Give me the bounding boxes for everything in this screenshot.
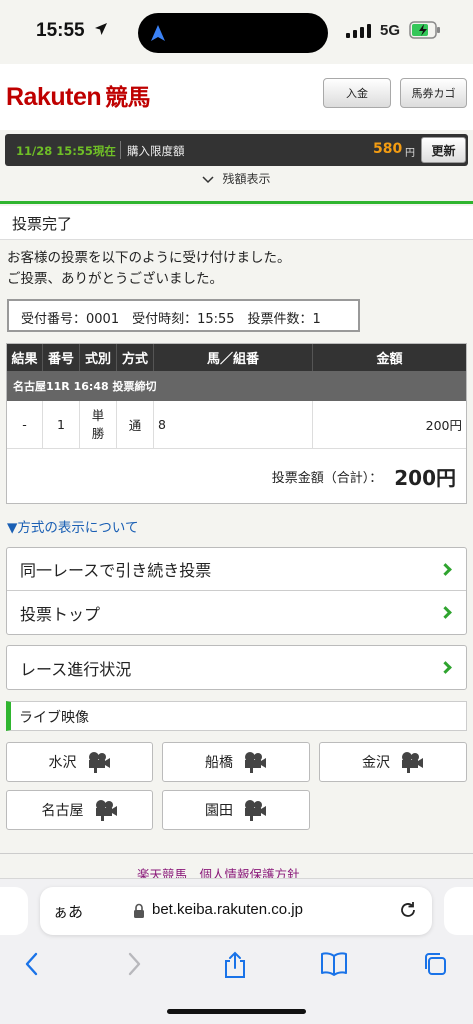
tabs-icon[interactable]: [422, 951, 448, 977]
bookmarks-icon[interactable]: [320, 951, 348, 977]
cell-method: 通: [117, 401, 154, 448]
menu-item-same-race[interactable]: 同一レースで引き続き投票: [7, 548, 466, 591]
purchase-limit-label: 購入限度額: [127, 144, 185, 158]
cell-bet-type: 単 勝: [80, 401, 117, 448]
header-bet-type: 式別: [80, 344, 117, 371]
page-title: 投票完了: [0, 206, 473, 240]
live-button-funabashi[interactable]: 船橋: [162, 742, 310, 782]
menu-item-race-progress[interactable]: レース進行状況: [7, 646, 466, 689]
show-balance-toggle[interactable]: 残額表示: [0, 170, 473, 187]
receipt-info: 受付番号：0001 受付時刻：15:55 投票件数：1: [7, 299, 360, 332]
live-button-sonoda[interactable]: 園田: [162, 790, 310, 830]
rakuten-keiba-logo[interactable]: Rakuten 競馬: [6, 78, 151, 112]
bet-type-char-1: 単: [91, 407, 105, 423]
table-header: 結果 番号 式別 方式 馬／組番 金額: [7, 344, 466, 371]
header-divider: [0, 201, 473, 204]
back-icon[interactable]: [22, 951, 42, 977]
balance-separator: [120, 141, 121, 159]
battery-charging-icon: [409, 21, 440, 39]
site-header: Rakuten 競馬 入金 馬券カゴ: [0, 64, 473, 130]
url-text: bet.keiba.rakuten.co.jp: [152, 901, 303, 918]
cell-result: -: [7, 401, 43, 448]
cell-number: 1: [43, 401, 80, 448]
total-row: 投票金額（合計）： 200円: [7, 449, 466, 503]
menu-item-label: レース進行状況: [20, 659, 132, 679]
dynamic-island: [138, 13, 328, 53]
confirmation-line-2: ご投票、ありがとうございました。: [7, 271, 223, 287]
chevron-right-icon: [439, 661, 452, 674]
footer-divider: [0, 853, 473, 854]
video-camera-icon: [88, 752, 110, 773]
method-display-link[interactable]: ▼方式の表示について: [7, 516, 138, 536]
header-method: 方式: [117, 344, 154, 371]
page-settings-button[interactable]: ぁあ: [53, 901, 83, 922]
network-type: 5G: [380, 22, 401, 39]
home-indicator: [167, 1009, 306, 1014]
cell-combination: 8: [154, 401, 313, 448]
video-camera-icon: [245, 752, 266, 773]
safari-toolbar: ぁあ bet.keiba.rakuten.co.jp: [0, 878, 473, 1024]
previous-tab-peek[interactable]: [0, 887, 28, 935]
chevron-down-icon: [202, 175, 215, 183]
confirmation-line-1: お客様の投票を以下のように受け付けました。: [7, 250, 291, 266]
table-row: - 1 単 勝 通 8 200円: [7, 401, 466, 449]
header-result: 結果: [7, 344, 43, 371]
location-arrow-icon: [95, 23, 107, 35]
live-video-title: ライブ映像: [6, 701, 467, 731]
video-camera-icon: [402, 752, 423, 773]
confirmation-message: お客様の投票を以下のように受け付けました。 ご投票、ありがとうございました。: [7, 248, 291, 290]
share-icon[interactable]: [222, 951, 248, 979]
balance-bar: 11/28 15:55現在 購入限度額 580 円 更新: [5, 134, 468, 166]
live-button-nagoya[interactable]: 名古屋: [6, 790, 153, 830]
deposit-button[interactable]: 入金: [323, 78, 391, 108]
total-value: 200円: [394, 465, 456, 490]
balance-section: 11/28 15:55現在 購入限度額 580 円 更新 残額表示: [0, 130, 473, 204]
purchase-limit-amount: 580: [373, 141, 403, 157]
lock-icon: [134, 903, 144, 918]
navigation-arrow-icon: [151, 25, 165, 41]
bet-cart-button[interactable]: 馬券カゴ: [400, 78, 467, 108]
chevron-right-icon: [439, 606, 452, 619]
balance-timestamp: 11/28 15:55現在: [16, 144, 116, 158]
race-header: 名古屋11R 16:48 投票締切: [7, 371, 466, 401]
total-label: 投票金額（合計）：: [271, 470, 383, 486]
purchase-limit-unit: 円: [405, 148, 415, 159]
video-camera-icon: [95, 800, 117, 821]
chevron-right-icon: [439, 562, 452, 576]
next-tab-peek[interactable]: [444, 887, 473, 935]
status-bar: 15:55 5G: [0, 0, 473, 64]
race-progress-menu: レース進行状況: [6, 645, 467, 690]
header-number: 番号: [43, 344, 80, 371]
menu-item-vote-top[interactable]: 投票トップ: [7, 591, 466, 634]
live-button-kanazawa[interactable]: 金沢: [319, 742, 467, 782]
forward-icon[interactable]: [124, 951, 144, 977]
header-combination: 馬／組番: [154, 344, 313, 371]
menu-item-label: 投票トップ: [20, 604, 101, 624]
action-menu: 同一レースで引き続き投票 投票トップ: [6, 547, 467, 635]
show-balance-label: 残額表示: [222, 172, 271, 186]
menu-item-label: 同一レースで引き続き投票: [20, 561, 212, 580]
reload-icon[interactable]: [398, 900, 418, 920]
refresh-button[interactable]: 更新: [421, 137, 466, 163]
bet-type-char-2: 勝: [91, 425, 105, 441]
cell-amount: 200円: [425, 418, 462, 433]
status-time: 15:55: [36, 20, 85, 41]
live-button-mizusawa[interactable]: 水沢: [6, 742, 153, 782]
bet-table: 結果 番号 式別 方式 馬／組番 金額 名古屋11R 16:48 投票締切 - …: [6, 343, 467, 504]
header-amount: 金額: [376, 352, 403, 367]
cellular-signal-icon: [346, 24, 371, 38]
address-bar[interactable]: ぁあ bet.keiba.rakuten.co.jp: [40, 887, 432, 935]
video-camera-icon: [245, 800, 266, 821]
